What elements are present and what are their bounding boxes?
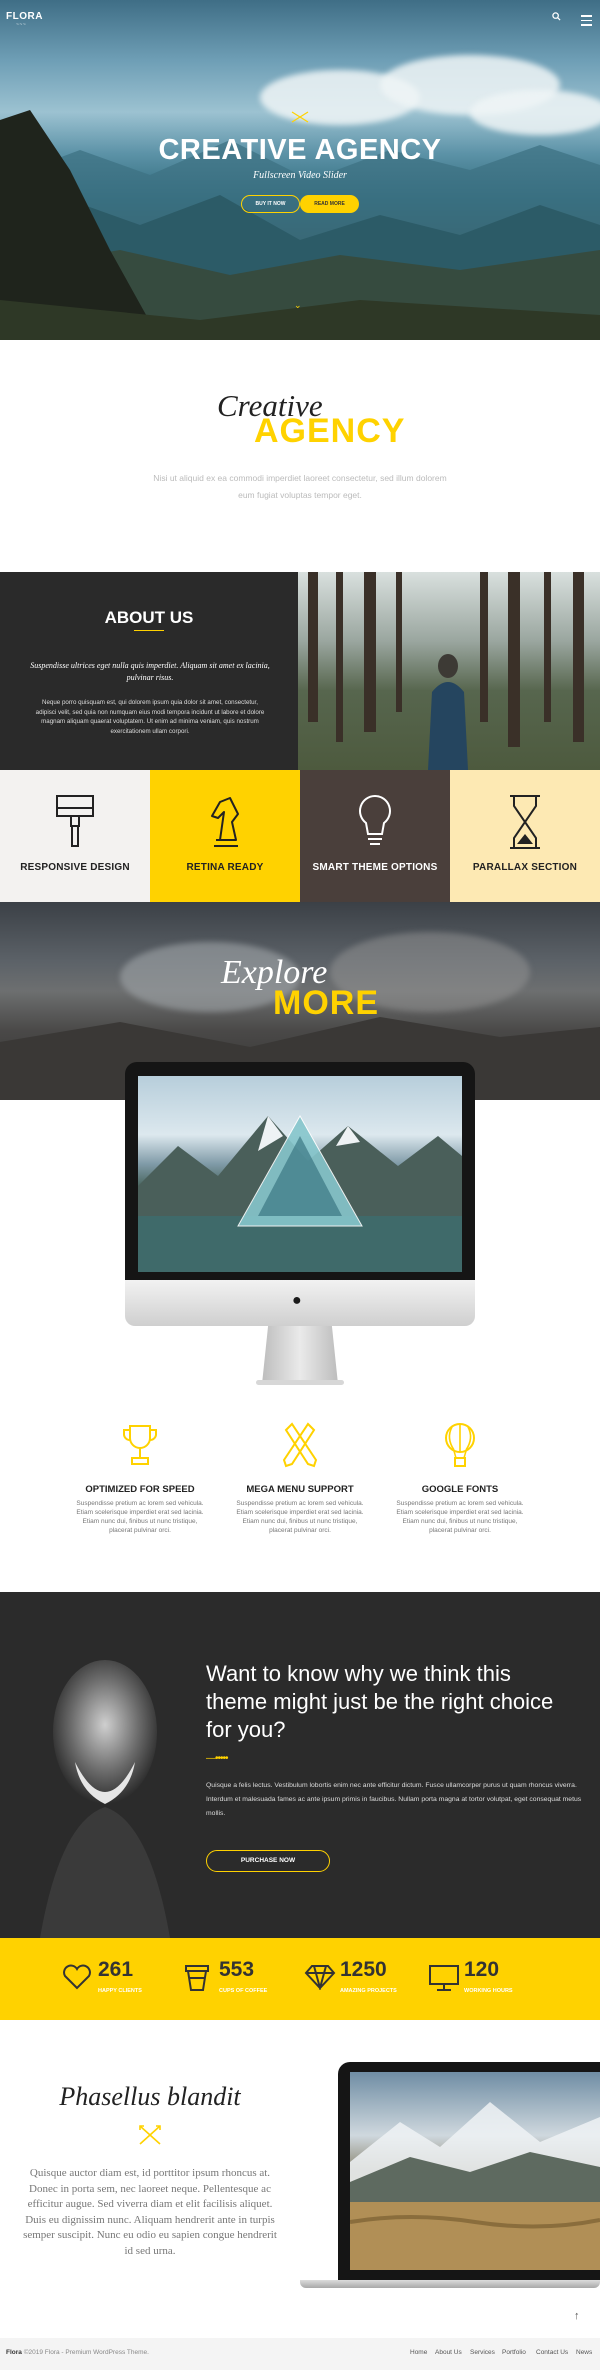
icon-feature-text: Suspendisse pretium ac lorem sed vehicul…: [396, 1500, 524, 1534]
monitor-base: [256, 1380, 344, 1385]
buy-now-button[interactable]: BUY IT NOW: [241, 195, 300, 213]
intro-section: Creative AGENCY Nisi ut aliquid ex ea co…: [0, 340, 600, 572]
hero-title: CREATIVE AGENCY: [158, 134, 442, 166]
hamburger-icon[interactable]: [581, 15, 592, 29]
about-title: ABOUT US: [104, 608, 194, 627]
phasellus-section: Phasellus blandit Quisque auctor diam es…: [0, 2020, 600, 2338]
balloon-icon: [445, 1423, 475, 1467]
about-section: ABOUT US Suspendisse ultrices eget nulla…: [0, 572, 600, 770]
monitor-showcase: ●: [0, 1062, 600, 1402]
feature-box[interactable]: RETINA READY: [150, 770, 300, 902]
icon-feature-text: Suspendisse pretium ac lorem sed vehicul…: [76, 1500, 204, 1534]
icon-feature-title: OPTIMIZED FOR SPEED: [85, 1484, 195, 1495]
chevron-down-icon[interactable]: ⌄: [294, 300, 302, 311]
intro-bold-heading: AGENCY: [254, 412, 406, 450]
footer-link-contact[interactable]: Contact Us: [536, 2349, 568, 2356]
about-subtitle: Suspendisse ultrices eget nulla quis imp…: [30, 661, 270, 682]
counter-label: CUPS OF COFFEE: [219, 1988, 268, 1994]
chess-knight-icon: [211, 797, 239, 847]
footer-link-services[interactable]: Services: [470, 2349, 495, 2356]
counter-value: 261: [98, 1958, 134, 1981]
hourglass-icon: [510, 795, 540, 849]
why-us-section: Want to know why we think this theme mig…: [0, 1592, 600, 1938]
lightbulb-icon: [359, 794, 391, 845]
counter-label: HAPPY CLIENTS: [98, 1988, 142, 1994]
footer-link-home[interactable]: Home: [410, 2349, 427, 2356]
portrait-photo: [40, 1660, 170, 1938]
footer-link-portfolio[interactable]: Portfolio: [502, 2349, 526, 2356]
pencil-ruler-icon: [282, 1422, 318, 1468]
intro-text: Nisi ut aliquid ex ea commodi imperdiet …: [153, 473, 447, 500]
wheat-divider-icon: —•••••: [206, 1753, 228, 1764]
site-logo[interactable]: FLORA ~~~: [6, 11, 43, 28]
about-body: Neque porro quisquam est, qui dolorem ip…: [35, 699, 265, 735]
footer: Flora ©2019 Flora - Premium WordPress Th…: [0, 2338, 600, 2370]
paintbrush-icon: [56, 795, 94, 847]
icon-features-section: OPTIMIZED FOR SPEED Suspendisse pretium …: [0, 1402, 600, 1592]
monitor-stand: [262, 1326, 338, 1384]
feature-label: PARALLAX SECTION: [472, 862, 578, 873]
feature-box[interactable]: SMART THEME OPTIONS: [300, 770, 450, 902]
heart-icon: [63, 1964, 91, 1990]
coffee-cup-icon: [185, 1965, 209, 1991]
feature-box[interactable]: RESPONSIVE DESIGN: [0, 770, 150, 902]
diamond-icon: [304, 1965, 336, 1990]
arrow-up-icon[interactable]: ↑: [574, 2310, 580, 2322]
read-more-button[interactable]: READ MORE: [300, 195, 359, 213]
crossed-arrows-icon: [139, 2125, 161, 2145]
icon-feature-title: MEGA MENU SUPPORT: [246, 1484, 354, 1495]
search-icon[interactable]: [552, 12, 561, 24]
icon-feature-title: GOOGLE FONTS: [421, 1484, 499, 1495]
feature-label: SMART THEME OPTIONS: [312, 862, 438, 873]
footer-link-about[interactable]: About Us: [435, 2349, 462, 2356]
monitor-icon: [429, 1965, 459, 1991]
person-figure: [428, 654, 468, 770]
hero-section: FLORA ~~~ CREATIVE AGENCY Fullscreen Vide…: [0, 0, 600, 340]
laptop-screen: [350, 2072, 600, 2270]
divider: [134, 630, 164, 631]
footer-link-news[interactable]: News: [576, 2349, 592, 2356]
counter-label: AMAZING PROJECTS: [340, 1988, 397, 1994]
counter-label: WORKING HOURS: [464, 1988, 513, 1994]
counter-value: 120: [464, 1958, 500, 1981]
trophy-icon: [123, 1425, 157, 1465]
hero-subtitle: Fullscreen Video Slider: [253, 170, 347, 181]
counter-value: 1250: [340, 1958, 387, 1981]
forest-photo: [298, 572, 600, 770]
footer-copyright: Flora ©2019 Flora - Premium WordPress Th…: [6, 2349, 149, 2356]
why-us-heading: Want to know why we think this theme mig…: [206, 1661, 554, 1742]
feature-label: RESPONSIVE DESIGN: [20, 862, 130, 873]
apple-logo: ●: [292, 1292, 302, 1309]
feature-label: RETINA READY: [186, 862, 264, 873]
laptop-base: [300, 2280, 600, 2288]
purchase-now-button[interactable]: PURCHASE NOW: [206, 1850, 330, 1872]
crossed-arrows-icon: [291, 111, 309, 123]
phasellus-title: Phasellus blandit: [59, 2082, 241, 2111]
phasellus-text: Quisque auctor diam est, id porttitor ip…: [23, 2167, 277, 2257]
counters-section: 261 HAPPY CLIENTS 553 CUPS OF COFFEE 125…: [0, 1938, 600, 2020]
about-panel: ABOUT US Suspendisse ultrices eget nulla…: [0, 572, 298, 770]
monitor-screen: [138, 1076, 462, 1272]
feature-box[interactable]: PARALLAX SECTION: [450, 770, 600, 902]
features-strip: RESPONSIVE DESIGN RETINA READY SMART THE…: [0, 770, 600, 902]
icon-feature-text: Suspendisse pretium ac lorem sed vehicul…: [236, 1500, 364, 1534]
why-us-text: Quisque a felis lectus. Vestibulum lobor…: [206, 1782, 582, 1817]
counter-value: 553: [219, 1958, 255, 1981]
explore-bold-heading: MORE: [273, 984, 379, 1022]
